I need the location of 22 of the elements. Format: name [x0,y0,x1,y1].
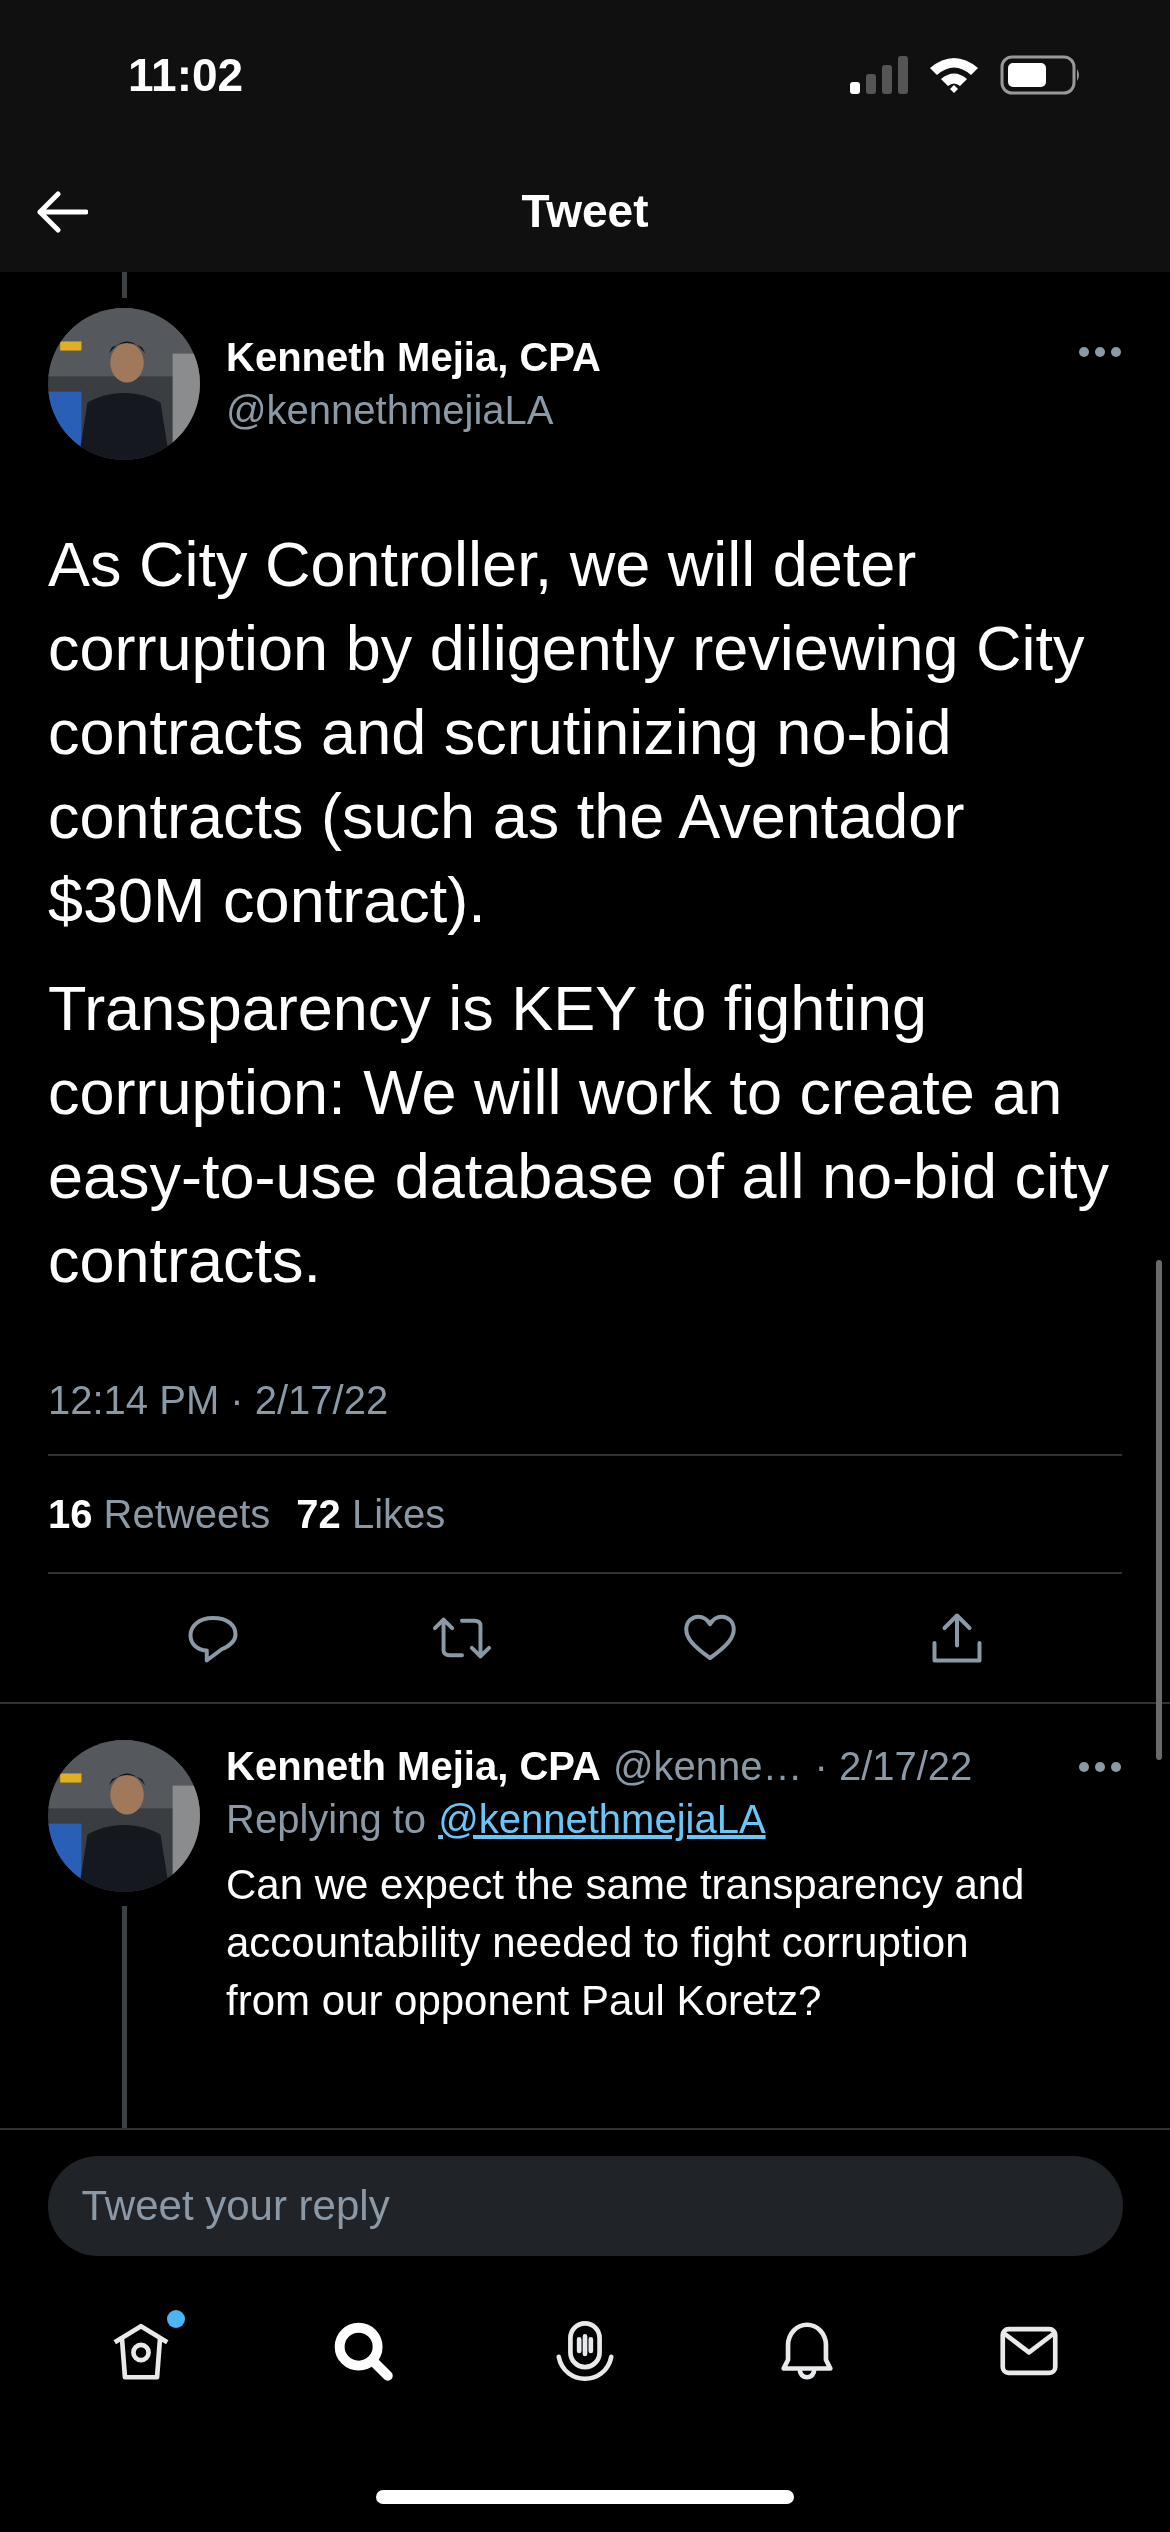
tweet-text: As City Controller, we will deter corruption by diligently reviewing City contracts and scrutinizing no-bid contracts (such as the Aventador $30M contract). [48,528,1086,937]
page-title: Tweet [521,184,649,238]
battery-icon [1000,55,1082,95]
reply-author-handle[interactable]: @kenne… [612,1744,803,1789]
author-handle[interactable]: @kennethmejiaLA [226,388,1052,433]
status-time: 11:02 [128,48,244,102]
more-icon[interactable] [1078,346,1122,358]
reply-author-name[interactable]: Kenneth Mejia, CPA [226,1744,601,1789]
reply-text: Can we expect the same transparency and accountability needed to fight corruption from our opponent Paul Koretz? [226,1860,1026,2026]
signal-icon [850,56,908,94]
reply-date: · 2/17/22 [814,1744,974,1789]
tweet-text: Transparency is KEY to fighting corruption: We will work to create an easy-to-use database of all no-bid city contracts. [48,972,1111,1297]
reply-input-field[interactable]: Tweet your reply [47,2156,1123,2256]
stat-link[interactable]: 16 Retweets [48,1491,271,1537]
back-arrow-icon[interactable] [36,190,88,234]
mention-link[interactable]: @kennethmejiaLA [438,1797,766,1842]
wifi-icon [928,56,980,94]
stat-link[interactable]: 72 Likes [296,1491,446,1537]
more-icon[interactable] [1078,1760,1122,1773]
author-name[interactable]: Kenneth Mejia, CPA [226,335,1052,380]
tweet-timestamp: 12:14 PM · 2/17/22 [47,1377,390,1424]
replying-label: Replying to [226,1797,427,1842]
